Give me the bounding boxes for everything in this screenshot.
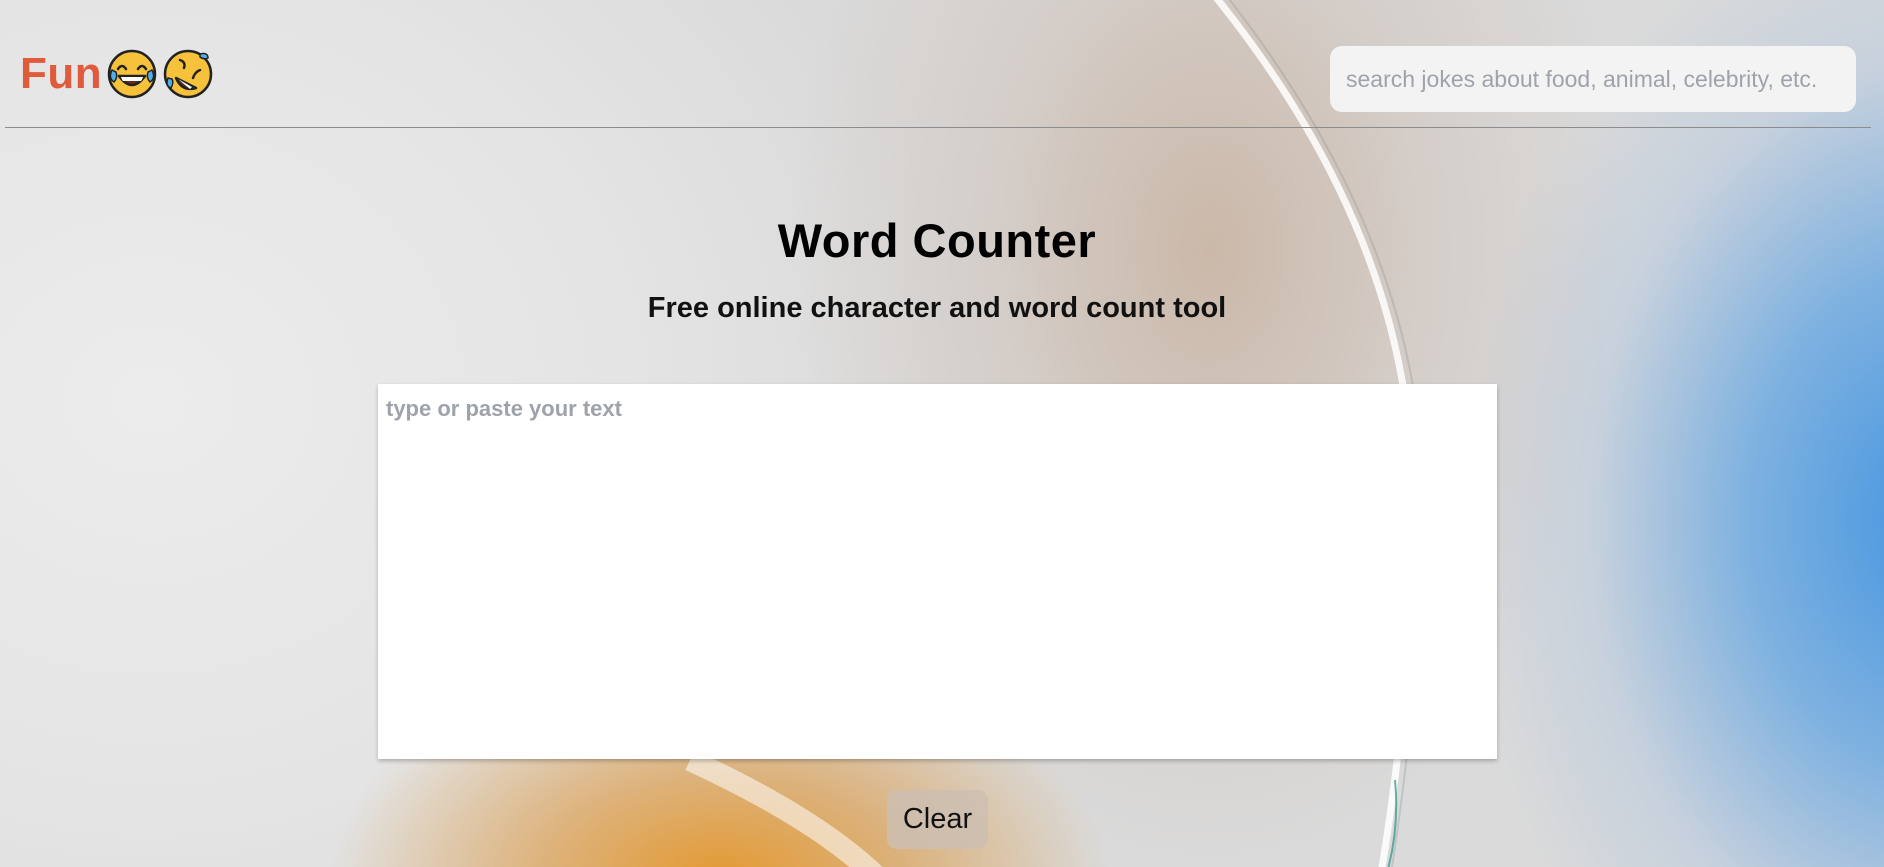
page-subtitle: Free online character and word count too… [647,292,1227,324]
clear-button[interactable]: Clear [887,790,988,849]
rofl-emoji-icon [162,48,214,100]
page-title: Word Counter [777,214,1097,267]
text-input-area[interactable] [378,384,1497,759]
header: Fun [0,0,1884,128]
search-input[interactable] [1330,46,1856,112]
header-divider [5,127,1871,128]
logo-text: Fun [20,49,103,98]
logo[interactable]: Fun [20,48,214,100]
joy-emoji-icon [106,48,158,100]
